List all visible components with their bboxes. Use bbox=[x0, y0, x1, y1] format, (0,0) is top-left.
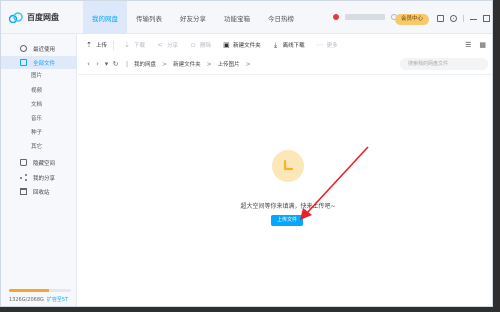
trash-icon: ▫ bbox=[190, 41, 196, 49]
tab-transfer-list[interactable]: 传输列表 bbox=[127, 1, 171, 34]
list-view-icon[interactable]: ☰ bbox=[465, 41, 471, 49]
cloud-logo-icon bbox=[9, 12, 23, 23]
divider bbox=[78, 74, 492, 75]
more-icon: ⋯ bbox=[316, 41, 324, 49]
storage-progress-bar bbox=[9, 289, 71, 292]
breadcrumb-my-netdisk[interactable]: 我的网盘 bbox=[134, 60, 156, 68]
window-controls bbox=[437, 15, 492, 22]
upload-button[interactable]: ⇡ 上传 bbox=[86, 41, 108, 50]
sidebar-sub-videos[interactable]: 视频 bbox=[31, 86, 42, 97]
share-icon bbox=[20, 174, 27, 181]
lock-icon bbox=[20, 159, 27, 166]
trash-icon bbox=[20, 188, 27, 195]
file-toolbar: ⇡ 上传 ⇣ 下载 < 分享 ▫ 删除 ▣ 新建文件夹 ⤓ 离线下载 ⋯ 更多 … bbox=[78, 38, 492, 52]
clock-icon bbox=[20, 45, 27, 52]
main-nav: 我的网盘 传输列表 好友分享 功能宝箱 今日热榜 bbox=[83, 1, 303, 34]
upload-label: 上传 bbox=[96, 43, 108, 49]
sidebar-item-label: 回收站 bbox=[33, 189, 50, 196]
share-label: 分享 bbox=[167, 43, 179, 49]
upload-file-button[interactable]: 上传文件 bbox=[271, 215, 303, 226]
folder-plus-icon: ▣ bbox=[223, 41, 230, 49]
avatar[interactable] bbox=[333, 14, 339, 20]
file-icon bbox=[20, 59, 27, 66]
breadcrumb-separator: > bbox=[206, 60, 212, 68]
upload-icon: ⇡ bbox=[86, 41, 92, 49]
maximize-icon[interactable] bbox=[483, 15, 490, 22]
address-bar: ‹ › ▾ ↻ | 我的网盘 > 新建文件夹 > 上传图片 > 搜索我的网盘文件 bbox=[78, 57, 492, 71]
forward-icon[interactable]: › bbox=[93, 60, 102, 68]
baidu-netdisk-window: 百度网盘 我的网盘 传输列表 好友分享 功能宝箱 今日热榜 会员中心 最近使用 … bbox=[0, 0, 493, 307]
new-folder-label: 新建文件夹 bbox=[233, 43, 261, 49]
share-icon: < bbox=[157, 41, 163, 49]
sidebar-item-my-share[interactable]: 我的分享 bbox=[1, 171, 77, 184]
sidebar-item-recent[interactable]: 最近使用 bbox=[1, 42, 77, 55]
sidebar-item-recycle-bin[interactable]: 回收站 bbox=[1, 185, 77, 198]
username-redacted bbox=[345, 14, 385, 20]
sidebar-item-label: 我的分享 bbox=[33, 175, 56, 182]
breadcrumb-separator: | bbox=[126, 60, 129, 68]
storage-progress-fill bbox=[9, 289, 49, 292]
settings-icon[interactable] bbox=[450, 15, 457, 22]
breadcrumb-new-folder[interactable]: 新建文件夹 bbox=[173, 60, 201, 68]
breadcrumb-separator: > bbox=[245, 60, 251, 68]
tab-friend-share[interactable]: 好友分享 bbox=[171, 1, 215, 34]
user-area[interactable] bbox=[333, 14, 397, 20]
view-switcher: ☰ ▦ bbox=[465, 41, 486, 49]
sidebar-item-hidden-space[interactable]: 隐藏空间 bbox=[1, 156, 77, 169]
offline-download-label: 离线下载 bbox=[282, 43, 305, 49]
divider bbox=[113, 40, 115, 50]
back-icon[interactable]: ‹ bbox=[84, 60, 93, 68]
sidebar: 最近使用 全部文件 图片 视频 文档 音乐 种子 其它 隐藏空间 我的分享 回收… bbox=[1, 34, 77, 306]
member-center-button[interactable]: 会员中心 bbox=[395, 14, 430, 25]
delete-button[interactable]: ▫ 删除 bbox=[190, 41, 212, 50]
refresh-icon[interactable]: ↻ bbox=[111, 60, 120, 68]
tab-toolbox[interactable]: 功能宝箱 bbox=[215, 1, 259, 34]
tab-hot-list[interactable]: 今日热榜 bbox=[259, 1, 303, 34]
empty-state-message: 超大空间等你来填满，快来上传吧~ bbox=[240, 203, 336, 210]
empty-folder-illustration bbox=[272, 150, 304, 182]
offline-download-icon: ⤓ bbox=[274, 41, 278, 49]
sidebar-item-label: 全部文件 bbox=[33, 60, 56, 67]
storage-used-text: 1326G/2068G bbox=[9, 297, 44, 303]
download-label: 下载 bbox=[134, 43, 146, 49]
grid-view-icon[interactable]: ▦ bbox=[479, 41, 486, 49]
download-icon: ⇣ bbox=[124, 41, 130, 49]
desktop-background bbox=[493, 0, 500, 312]
clock-illustration-icon bbox=[283, 159, 294, 171]
sidebar-sub-music[interactable]: 音乐 bbox=[31, 114, 42, 125]
sidebar-sub-images[interactable]: 图片 bbox=[31, 71, 42, 82]
title-bar: 百度网盘 我的网盘 传输列表 好友分享 功能宝箱 今日热榜 会员中心 bbox=[1, 1, 492, 34]
more-button[interactable]: ⋯ 更多 bbox=[316, 41, 338, 50]
expand-storage-link[interactable]: 扩容至5T bbox=[47, 297, 68, 303]
divider bbox=[463, 15, 464, 22]
sidebar-sub-others[interactable]: 其它 bbox=[31, 142, 42, 153]
app-logo: 百度网盘 bbox=[9, 12, 59, 23]
offline-download-button[interactable]: ⤓ 离线下载 bbox=[273, 41, 305, 50]
sidebar-item-label: 最近使用 bbox=[33, 46, 56, 53]
breadcrumb-upload-images[interactable]: 上传图片 bbox=[218, 60, 240, 68]
tab-my-netdisk[interactable]: 我的网盘 bbox=[83, 1, 127, 34]
sidebar-sub-documents[interactable]: 文档 bbox=[31, 100, 42, 111]
download-button[interactable]: ⇣ 下载 bbox=[124, 41, 146, 50]
app-name: 百度网盘 bbox=[27, 13, 59, 22]
more-label: 更多 bbox=[326, 43, 338, 49]
sidebar-item-all-files[interactable]: 全部文件 bbox=[1, 56, 77, 69]
sidebar-sub-torrents[interactable]: 种子 bbox=[31, 128, 42, 139]
mail-icon[interactable] bbox=[437, 15, 444, 22]
delete-label: 删除 bbox=[200, 43, 212, 49]
minimize-icon[interactable] bbox=[470, 15, 477, 22]
new-folder-button[interactable]: ▣ 新建文件夹 bbox=[223, 41, 261, 50]
sidebar-item-label: 隐藏空间 bbox=[33, 160, 56, 167]
share-button[interactable]: < 分享 bbox=[157, 41, 179, 50]
dropdown-icon[interactable]: ▾ bbox=[102, 60, 111, 68]
search-input[interactable]: 搜索我的网盘文件 bbox=[400, 58, 488, 70]
breadcrumb-separator: > bbox=[162, 60, 168, 68]
desktop-background bbox=[0, 307, 500, 312]
storage-info: 1326G/2068G 扩容至5T bbox=[9, 296, 68, 303]
